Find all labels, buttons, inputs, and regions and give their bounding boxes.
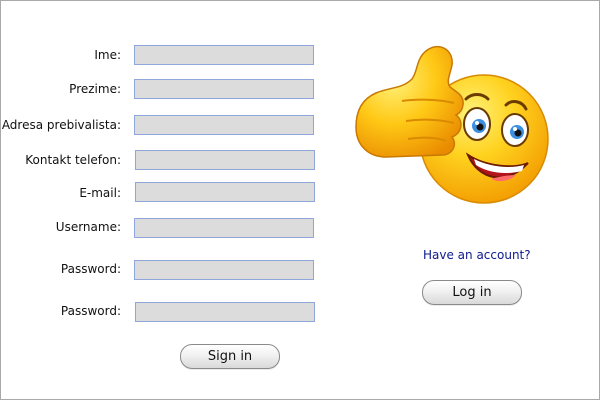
- ime-field[interactable]: [134, 45, 314, 65]
- email-field[interactable]: [135, 182, 315, 202]
- username-label: Username:: [55, 220, 121, 234]
- log-in-button[interactable]: Log in: [422, 280, 522, 305]
- have-account-link[interactable]: Have an account?: [423, 248, 531, 262]
- prezime-label: Prezime:: [69, 82, 121, 96]
- password-confirm-label: Password:: [60, 304, 121, 318]
- ime-label: Ime:: [94, 48, 121, 62]
- email-label: E-mail:: [79, 186, 121, 200]
- username-field[interactable]: [134, 218, 314, 238]
- password-field[interactable]: [134, 260, 314, 280]
- password-label: Password:: [60, 262, 121, 276]
- phone-field[interactable]: [135, 150, 315, 170]
- thumbs-up-smiley-icon: [355, 45, 549, 204]
- registration-window: Ime: Prezime: Adresa prebivalista: Konta…: [0, 0, 600, 400]
- password-confirm-field[interactable]: [135, 302, 315, 322]
- phone-label: Kontakt telefon:: [25, 153, 121, 167]
- prezime-field[interactable]: [134, 79, 314, 99]
- sign-in-button[interactable]: Sign in: [180, 344, 280, 369]
- address-label: Adresa prebivalista:: [1, 118, 121, 132]
- address-field[interactable]: [134, 115, 314, 135]
